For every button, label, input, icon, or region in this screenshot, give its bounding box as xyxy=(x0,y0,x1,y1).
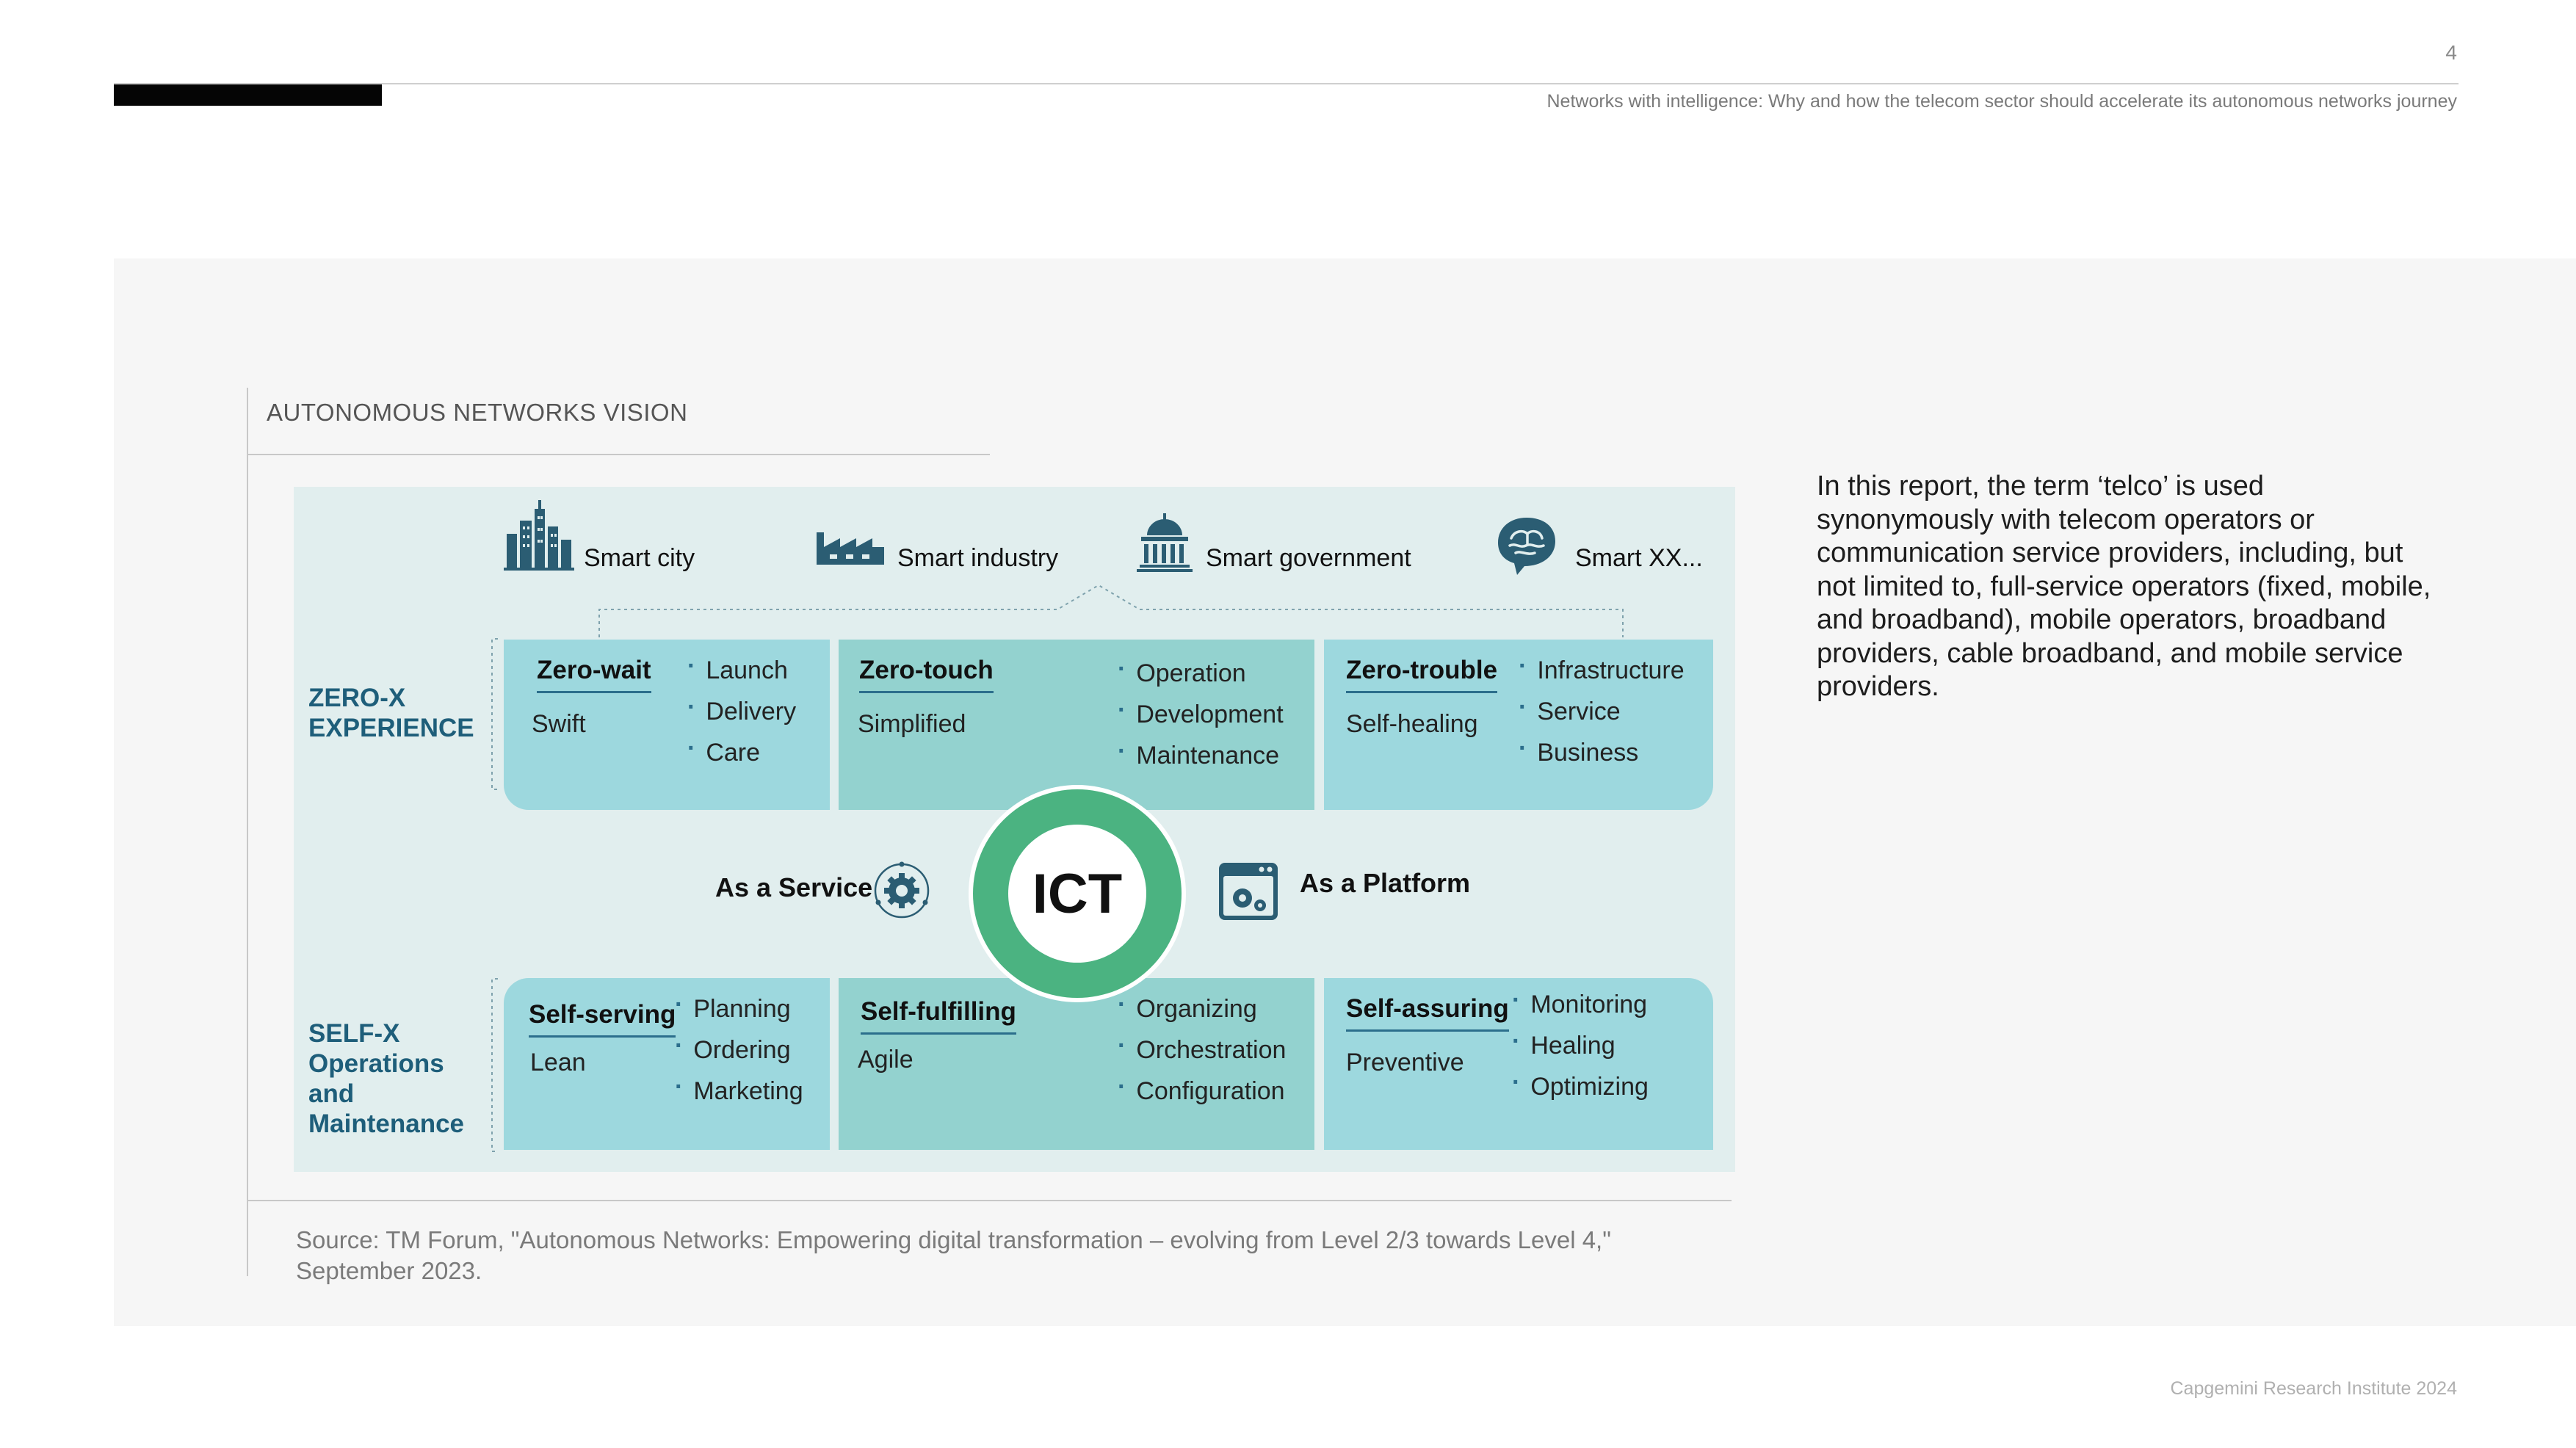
self-serving-list: Planning Ordering Marketing xyxy=(675,988,803,1112)
telco-definition-paragraph: In this report, the term ‘telco’ is used… xyxy=(1817,471,2431,702)
autonomous-networks-diagram: Smart city Smart industry Smart governme… xyxy=(294,487,1735,1172)
zero-trouble-list: Infrastructure Service Business xyxy=(1519,650,1685,773)
header-rule xyxy=(114,83,2459,84)
list-item: Marketing xyxy=(675,1071,803,1112)
service-gear-icon xyxy=(874,861,930,919)
list-item: Infrastructure xyxy=(1519,650,1684,691)
list-item: Configuration xyxy=(1118,1071,1286,1112)
ict-center: ICT xyxy=(973,789,1182,998)
self-fulfilling-box: Self-fulfilling Agile Organizing Orchest… xyxy=(839,978,1314,1150)
list-item: Care xyxy=(687,732,796,773)
list-item: Operation xyxy=(1118,653,1284,694)
zero-touch-box: Zero-touch Simplified Operation Developm… xyxy=(839,640,1314,810)
self-serving-title: Self-serving xyxy=(529,1000,676,1038)
self-serving-box: Self-serving Lean Planning Ordering Mark… xyxy=(504,978,830,1150)
zero-trouble-subtitle: Self-healing xyxy=(1346,710,1478,738)
list-item: Business xyxy=(1519,732,1685,773)
zero-touch-title: Zero-touch xyxy=(859,656,994,693)
list-item: Launch xyxy=(687,650,796,691)
ict-label: ICT xyxy=(1008,825,1146,963)
self-assuring-list: Monitoring Healing Optimizing xyxy=(1512,984,1649,1107)
zero-wait-box: Zero-wait Swift Launch Delivery Care xyxy=(504,640,830,810)
zero-touch-list: Operation Development Maintenance xyxy=(1118,653,1284,776)
zero-wait-list: Launch Delivery Care xyxy=(687,650,796,773)
list-item: Planning xyxy=(675,988,803,1029)
list-item: Service xyxy=(1519,691,1685,732)
figure-source: Source: TM Forum, "Autonomous Networks: … xyxy=(296,1226,1611,1284)
zero-wait-subtitle: Swift xyxy=(532,710,586,738)
report-subtitle: Networks with intelligence: Why and how … xyxy=(1546,91,2457,112)
zero-trouble-title: Zero-trouble xyxy=(1346,656,1498,693)
zero-touch-subtitle: Simplified xyxy=(858,710,966,738)
platform-browser-gear-icon xyxy=(1219,863,1278,920)
list-item: Maintenance xyxy=(1118,735,1284,776)
list-item: Development xyxy=(1118,694,1283,735)
self-assuring-subtitle: Preventive xyxy=(1346,1049,1464,1076)
ict-ring: ICT xyxy=(973,789,1182,998)
figure-vertical-rule xyxy=(247,388,248,1276)
figure-top-rule xyxy=(247,454,990,455)
self-fulfilling-subtitle: Agile xyxy=(858,1046,913,1074)
self-fulfilling-list: Organizing Orchestration Configuration xyxy=(1118,988,1286,1112)
self-assuring-title: Self-assuring xyxy=(1346,994,1509,1032)
figure-title: AUTONOMOUS NETWORKS VISION xyxy=(267,399,688,426)
self-x-operations-label: SELF-X Operations and Maintenance xyxy=(308,1019,464,1138)
list-item: Monitoring xyxy=(1512,984,1649,1025)
footer-credit: Capgemini Research Institute 2024 xyxy=(2170,1378,2457,1399)
zero-x-experience-label: ZERO-X EXPERIENCE xyxy=(308,684,474,742)
self-serving-subtitle: Lean xyxy=(530,1049,586,1076)
as-a-service-label: As a Service xyxy=(715,872,873,902)
header-accent-bar xyxy=(114,84,382,106)
page-number: 4 xyxy=(2445,41,2457,64)
self-fulfilling-title: Self-fulfilling xyxy=(861,997,1016,1035)
list-item: Optimizing xyxy=(1512,1066,1649,1107)
list-item: Healing xyxy=(1512,1025,1649,1066)
zero-trouble-box: Zero-trouble Self-healing Infrastructure… xyxy=(1324,640,1713,810)
as-a-platform-label: As a Platform xyxy=(1300,868,1471,898)
list-item: Ordering xyxy=(675,1029,803,1071)
list-item: Orchestration xyxy=(1118,1029,1286,1071)
list-item: Delivery xyxy=(687,691,796,732)
zero-wait-title: Zero-wait xyxy=(537,656,651,693)
figure-bottom-rule xyxy=(247,1200,1732,1201)
self-assuring-box: Self-assuring Preventive Monitoring Heal… xyxy=(1324,978,1713,1150)
